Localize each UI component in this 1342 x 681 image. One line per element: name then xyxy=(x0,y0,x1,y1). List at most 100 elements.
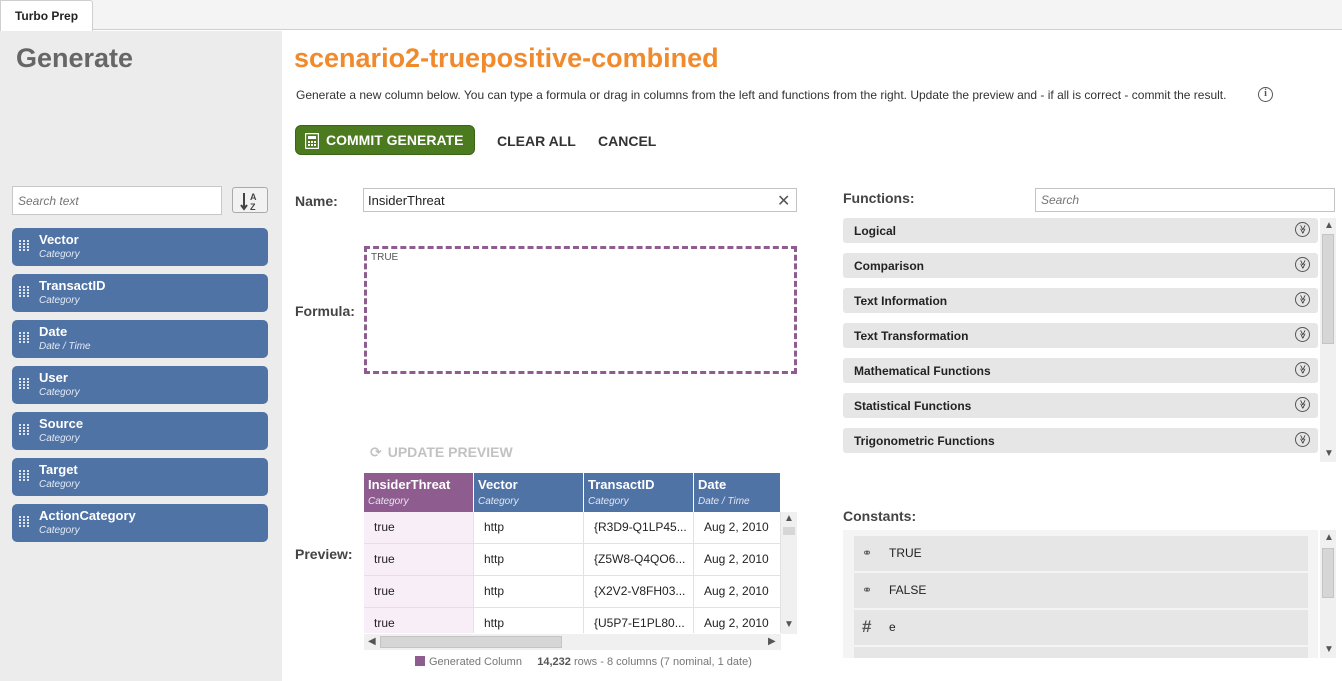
constant-list: ⚭ TRUE ⚭ FALSE # e xyxy=(843,530,1318,658)
column-card[interactable]: Source Category xyxy=(12,412,268,450)
formula-label: Formula: xyxy=(295,303,355,319)
table-cell: http xyxy=(474,544,584,576)
cancel-button[interactable]: CANCEL xyxy=(598,133,656,149)
preview-column-header[interactable]: Date Date / Time xyxy=(694,473,780,512)
scroll-thumb[interactable] xyxy=(1322,234,1334,344)
page-description: Generate a new column below. You can typ… xyxy=(296,88,1227,102)
column-card[interactable]: User Category xyxy=(12,366,268,404)
column-card[interactable]: Date Date / Time xyxy=(12,320,268,358)
table-cell: true xyxy=(364,512,474,544)
commit-label: COMMIT GENERATE xyxy=(326,132,464,148)
scroll-down-icon[interactable]: ▼ xyxy=(1324,644,1334,655)
drag-handle-icon[interactable] xyxy=(19,240,29,252)
function-search-input[interactable] xyxy=(1035,188,1335,212)
scroll-right-icon[interactable]: ▶ xyxy=(768,636,776,647)
scroll-thumb[interactable] xyxy=(380,636,562,648)
drag-handle-icon[interactable] xyxy=(19,378,29,390)
constant-item[interactable]: ⚭ FALSE xyxy=(854,573,1308,608)
svg-text:A: A xyxy=(250,192,257,202)
preview-column-header[interactable]: Vector Category xyxy=(474,473,583,512)
column-type: Category xyxy=(39,433,80,444)
sort-button[interactable]: A Z xyxy=(232,187,268,213)
preview-vertical-scrollbar[interactable]: ▲ ▼ xyxy=(781,512,797,634)
scroll-up-icon[interactable]: ▲ xyxy=(1324,220,1334,231)
clear-all-button[interactable]: CLEAR ALL xyxy=(497,133,576,149)
info-icon[interactable]: i xyxy=(1258,87,1273,102)
scroll-down-icon[interactable]: ▼ xyxy=(1324,448,1334,459)
expand-icon[interactable]: ≫ xyxy=(1295,292,1310,307)
table-cell: Aug 2, 2010 xyxy=(694,512,781,544)
column-search-input[interactable] xyxy=(12,186,222,215)
name-label: Name: xyxy=(295,193,338,209)
svg-text:Z: Z xyxy=(250,202,256,212)
column-name: Source xyxy=(39,416,84,431)
column-card[interactable]: Target Category xyxy=(12,458,268,496)
column-type: Category xyxy=(39,525,80,536)
column-card[interactable]: Vector Category xyxy=(12,228,268,266)
preview-column-header[interactable]: TransactID Category xyxy=(584,473,693,512)
header-name: InsiderThreat xyxy=(368,477,451,492)
table-cell: http xyxy=(474,512,584,544)
constant-label: TRUE xyxy=(889,546,922,560)
function-group[interactable]: Mathematical Functions ≫ xyxy=(843,358,1318,383)
expand-icon[interactable]: ≫ xyxy=(1295,222,1310,237)
function-group[interactable]: Logical ≫ xyxy=(843,218,1318,243)
drag-handle-icon[interactable] xyxy=(19,332,29,344)
column-name: User xyxy=(39,370,68,385)
scroll-left-icon[interactable]: ◀ xyxy=(368,636,376,647)
update-preview-button[interactable]: ⟳ UPDATE PREVIEW xyxy=(370,444,513,461)
scroll-up-icon[interactable]: ▲ xyxy=(1324,532,1334,543)
scroll-thumb[interactable] xyxy=(1322,548,1334,598)
tab-turbo-prep[interactable]: Turbo Prep xyxy=(0,0,93,31)
scroll-up-icon[interactable]: ▲ xyxy=(784,513,794,524)
function-group[interactable]: Comparison ≫ xyxy=(843,253,1318,278)
expand-icon[interactable]: ≫ xyxy=(1295,362,1310,377)
function-group[interactable]: Text Information ≫ xyxy=(843,288,1318,313)
columns-panel: Generate A Z Vector Category TransactID Cat… xyxy=(0,31,282,681)
table-cell: http xyxy=(474,608,584,633)
name-input[interactable]: InsiderThreat xyxy=(363,188,797,212)
column-type: Category xyxy=(39,387,80,398)
table-cell: {X2V2-V8FH03... xyxy=(584,576,694,608)
function-group[interactable]: Text Transformation ≫ xyxy=(843,323,1318,348)
column-card[interactable]: TransactID Category xyxy=(12,274,268,312)
commit-generate-button[interactable]: COMMIT GENERATE xyxy=(295,125,475,155)
column-name: Date xyxy=(39,324,68,339)
header-type: Category xyxy=(368,496,409,507)
clear-icon[interactable]: ✕ xyxy=(777,191,790,211)
constant-item[interactable]: ⚭ TRUE xyxy=(854,536,1308,571)
expand-icon[interactable]: ≫ xyxy=(1295,397,1310,412)
preview-horizontal-scrollbar[interactable]: ◀ ▶ xyxy=(364,634,781,650)
logical-icon: ⚭ xyxy=(862,546,873,560)
constant-item[interactable]: # e xyxy=(854,610,1308,645)
function-group[interactable]: Trigonometric Functions ≫ xyxy=(843,428,1318,453)
formula-editor[interactable]: TRUE xyxy=(364,246,797,374)
drag-handle-icon[interactable] xyxy=(19,470,29,482)
expand-icon[interactable]: ≫ xyxy=(1295,257,1310,272)
drag-handle-icon[interactable] xyxy=(19,424,29,436)
formula-text: TRUE xyxy=(371,252,399,263)
constant-item[interactable] xyxy=(854,647,1308,658)
expand-icon[interactable]: ≫ xyxy=(1295,327,1310,342)
scroll-thumb[interactable] xyxy=(783,527,795,535)
drag-handle-icon[interactable] xyxy=(19,286,29,298)
calculator-icon xyxy=(305,133,319,149)
page-title: scenario2-truepositive-combined xyxy=(294,43,719,73)
legend-label: Generated Column xyxy=(429,656,522,668)
functions-scrollbar[interactable]: ▲ ▼ xyxy=(1320,218,1336,462)
table-cell: Aug 2, 2010 xyxy=(694,608,781,633)
column-type: Category xyxy=(39,249,80,260)
preview-column-header[interactable]: InsiderThreat Category xyxy=(364,473,473,512)
drag-handle-icon[interactable] xyxy=(19,516,29,528)
table-cell: {Z5W8-Q4QO6... xyxy=(584,544,694,576)
function-group[interactable]: Statistical Functions ≫ xyxy=(843,393,1318,418)
sort-az-icon: A Z xyxy=(240,192,257,212)
refresh-icon: ⟳ xyxy=(370,444,382,460)
expand-icon[interactable]: ≫ xyxy=(1295,432,1310,447)
constants-label: Constants: xyxy=(843,508,917,524)
constants-scrollbar[interactable]: ▲ ▼ xyxy=(1320,530,1336,658)
scroll-down-icon[interactable]: ▼ xyxy=(784,619,794,630)
logical-icon: ⚭ xyxy=(862,583,873,597)
column-card[interactable]: ActionCategory Category xyxy=(12,504,268,542)
update-preview-label: UPDATE PREVIEW xyxy=(387,444,513,460)
